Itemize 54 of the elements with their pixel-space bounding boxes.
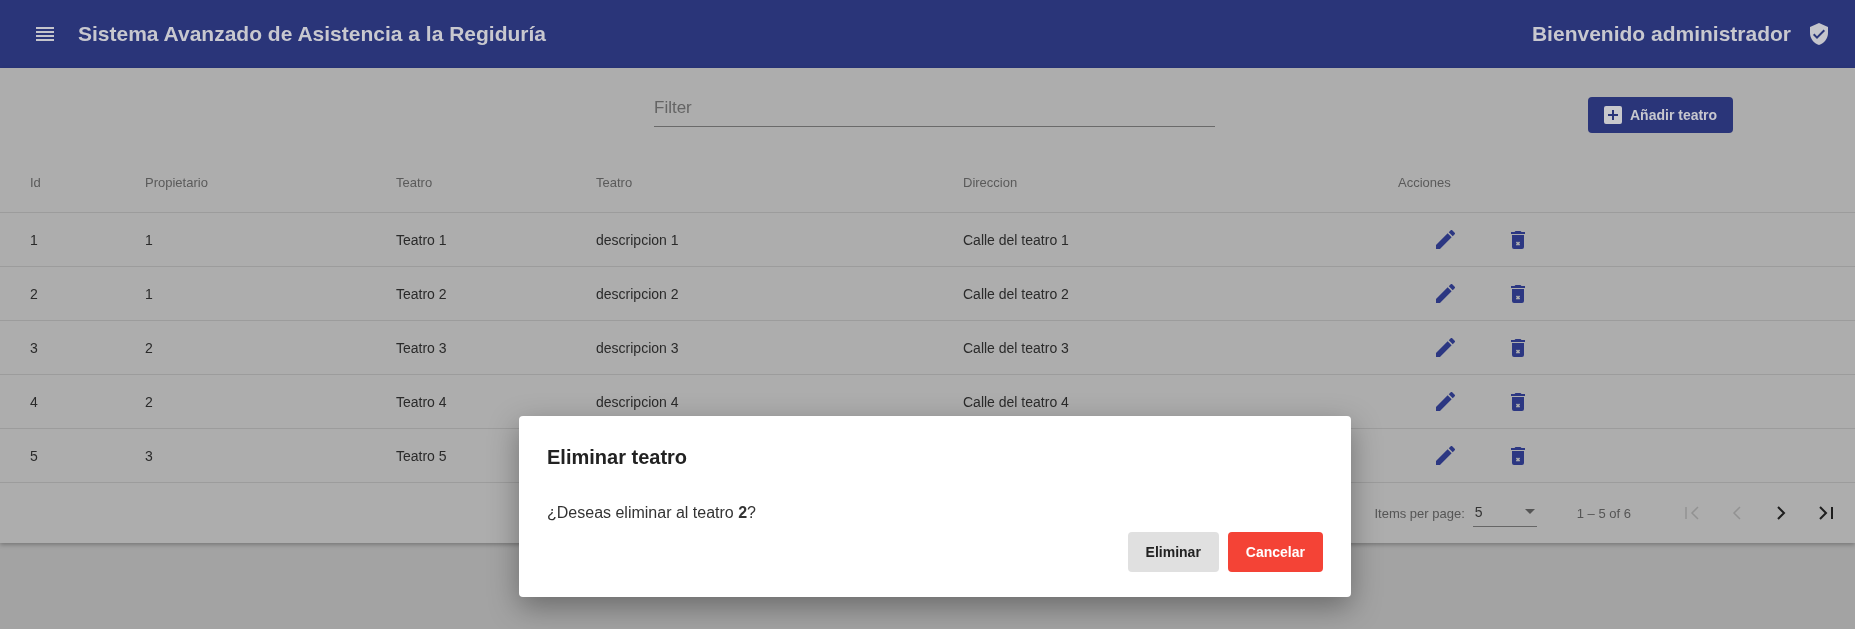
column-header: Id (30, 174, 42, 190)
table-cell: Calle del teatro 2 (963, 285, 1069, 302)
welcome-text: Bienvenido administrador (1531, 22, 1791, 46)
pencil-icon[interactable] (1436, 338, 1455, 357)
dialog-message: ¿Deseas eliminar al teatro 2? (547, 504, 757, 522)
app-title: Sistema Avanzado de Asistencia a la Regiduría (78, 22, 546, 46)
delete-button[interactable]: Eliminar (1127, 532, 1219, 572)
table-cell: Teatro 4 (396, 393, 447, 410)
table-cell: descripcion 3 (596, 339, 679, 356)
table-cell: Teatro 5 (396, 447, 447, 464)
table-cell: Teatro 1 (396, 231, 447, 248)
table-cell: 1 (145, 231, 153, 248)
plus-icon (1604, 106, 1622, 124)
table-cell: descripcion 1 (596, 231, 679, 248)
column-header: Teatro (596, 174, 634, 190)
add-theatre-button[interactable]: Añadir teatro (1588, 97, 1734, 133)
table-cell: 2 (145, 393, 153, 410)
column-header: Teatro (396, 174, 434, 190)
trash-icon[interactable] (1511, 446, 1525, 465)
pencil-icon[interactable] (1436, 446, 1455, 465)
column-header: Direccion (963, 174, 1019, 190)
trash-icon[interactable] (1511, 230, 1525, 249)
table-cell: 3 (30, 339, 38, 356)
trash-icon[interactable] (1511, 338, 1525, 357)
cancel-button[interactable]: Cancelar (1227, 532, 1323, 572)
table-cell: 1 (145, 285, 153, 302)
dialog-title: Eliminar teatro (547, 446, 689, 469)
filter-field[interactable]: Filter (654, 94, 1215, 127)
table-cell: Calle del teatro 4 (963, 393, 1069, 410)
table-cell: Calle del teatro 1 (963, 231, 1069, 248)
trash-icon[interactable] (1511, 284, 1525, 303)
table-cell: 1 (30, 231, 38, 248)
shield-check-icon (1807, 22, 1831, 46)
pencil-icon[interactable] (1436, 230, 1455, 249)
table-cell: Teatro 3 (396, 339, 447, 356)
table-cell: descripcion 4 (596, 393, 679, 410)
page-size-select[interactable]: 5 (1472, 499, 1537, 527)
menu-icon[interactable] (36, 27, 54, 41)
table-cell: Calle del teatro 3 (963, 339, 1069, 356)
pencil-icon[interactable] (1436, 284, 1455, 303)
table-cell: 4 (30, 393, 38, 410)
trash-icon[interactable] (1511, 392, 1525, 411)
page-range-text: 1 – 5 of 6 (1576, 505, 1631, 521)
dropdown-caret-icon (1524, 509, 1535, 514)
table-cell: 2 (30, 285, 38, 302)
table-cell: Teatro 2 (396, 285, 447, 302)
column-header: Acciones (1398, 174, 1452, 190)
pencil-icon[interactable] (1436, 392, 1455, 411)
table-cell: 2 (145, 339, 153, 356)
items-per-page-label: Items per page: (1374, 505, 1465, 521)
table-cell: 3 (145, 447, 153, 464)
column-header: Propietario (145, 174, 209, 190)
table-cell: 5 (30, 447, 38, 464)
table-cell: descripcion 2 (596, 285, 679, 302)
